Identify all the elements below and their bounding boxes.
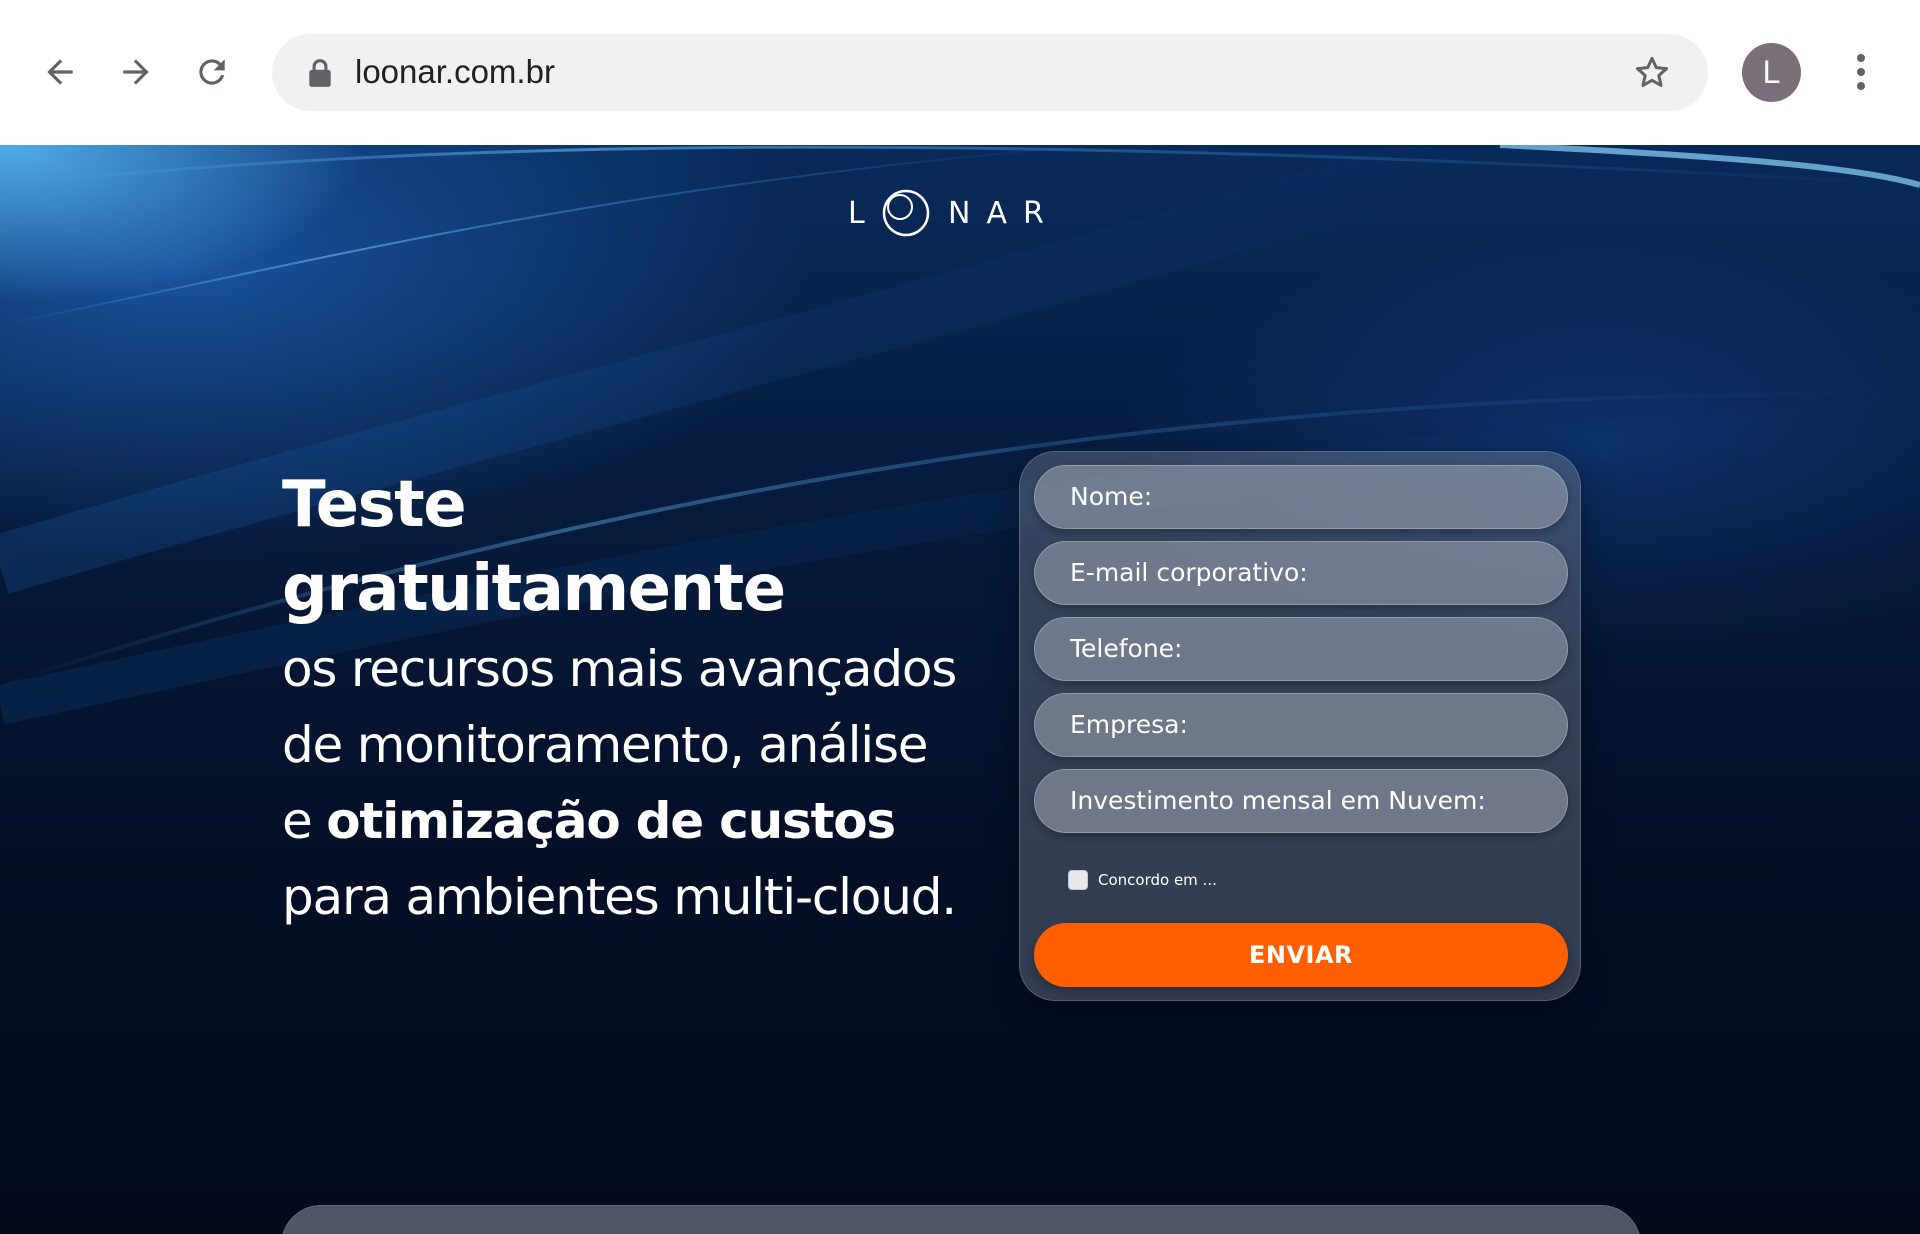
svg-text:L: L bbox=[848, 196, 865, 231]
bottom-panel bbox=[281, 1205, 1641, 1234]
signup-form: Nome: E-mail corporativo: Telefone: Empr… bbox=[1019, 451, 1581, 1001]
hero-line-1: os recursos mais avançados bbox=[282, 640, 957, 698]
phone-field[interactable]: Telefone: bbox=[1034, 617, 1568, 681]
forward-button[interactable] bbox=[111, 47, 161, 97]
hero-line-3-bold: otimização de custos bbox=[326, 792, 896, 850]
company-field[interactable]: Empresa: bbox=[1034, 693, 1568, 757]
back-button[interactable] bbox=[35, 47, 85, 97]
hero-text: Teste gratuitamente os recursos mais ava… bbox=[282, 463, 982, 935]
arrow-left-icon bbox=[47, 59, 73, 85]
hero-line-2: de monitoramento, análise bbox=[282, 716, 929, 774]
kebab-menu-icon[interactable] bbox=[1843, 48, 1879, 96]
address-bar[interactable]: loonar.com.br bbox=[272, 34, 1708, 111]
consent-row: Concordo em ... bbox=[1068, 870, 1217, 890]
submit-button[interactable]: ENVIAR bbox=[1034, 923, 1568, 987]
email-placeholder: E-mail corporativo: bbox=[1070, 558, 1308, 587]
arrow-right-icon bbox=[123, 59, 149, 85]
hero-line-3: e otimização de custos bbox=[282, 783, 982, 859]
hero-headline: Teste gratuitamente bbox=[282, 468, 786, 626]
phone-placeholder: Telefone: bbox=[1070, 634, 1183, 663]
profile-avatar[interactable]: L bbox=[1742, 43, 1801, 102]
landing-page: L NAR Teste gratuitamente os recursos ma… bbox=[0, 145, 1920, 1234]
reload-button[interactable] bbox=[187, 47, 237, 97]
company-placeholder: Empresa: bbox=[1070, 710, 1188, 739]
loonar-logo[interactable]: L NAR bbox=[848, 185, 1070, 241]
cloud-investment-field[interactable]: Investimento mensal em Nuvem: bbox=[1034, 769, 1568, 833]
svg-text:NAR: NAR bbox=[948, 196, 1060, 231]
lock-icon bbox=[309, 59, 331, 87]
name-field[interactable]: Nome: bbox=[1034, 465, 1568, 529]
star-icon[interactable] bbox=[1632, 53, 1672, 93]
consent-label[interactable]: Concordo em ... bbox=[1098, 871, 1217, 889]
consent-checkbox[interactable] bbox=[1068, 870, 1088, 890]
url-text[interactable]: loonar.com.br bbox=[355, 52, 555, 92]
name-placeholder: Nome: bbox=[1070, 482, 1153, 511]
hero-line-3-prefix: e bbox=[282, 792, 327, 850]
avatar-letter: L bbox=[1762, 54, 1781, 90]
hero-line-4: para ambientes multi-cloud. bbox=[282, 868, 957, 926]
email-field[interactable]: E-mail corporativo: bbox=[1034, 541, 1568, 605]
cloud-investment-placeholder: Investimento mensal em Nuvem: bbox=[1070, 786, 1486, 815]
reload-icon bbox=[199, 59, 225, 85]
browser-toolbar: loonar.com.br L bbox=[0, 0, 1920, 145]
